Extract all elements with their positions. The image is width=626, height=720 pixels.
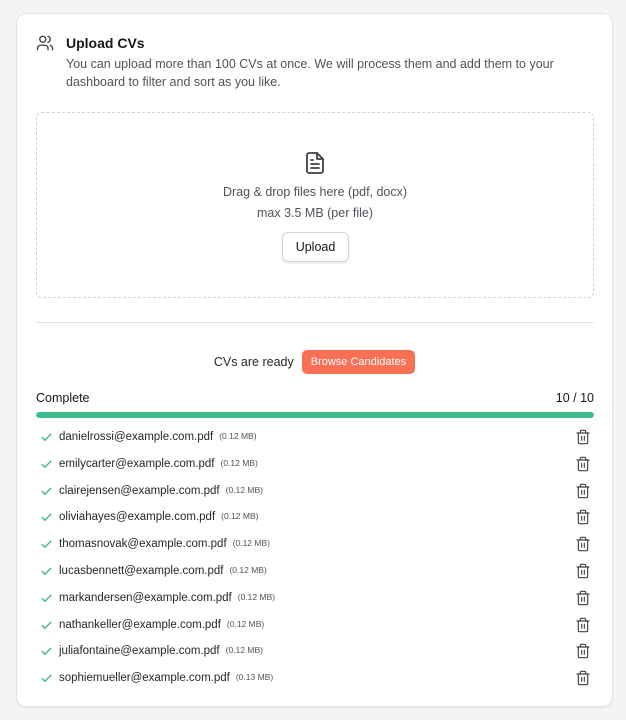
file-size: (0.13 MB)	[235, 672, 274, 683]
trash-icon[interactable]	[575, 429, 591, 445]
file-name: markandersen@example.com.pdf (0.12 MB)	[59, 591, 276, 604]
file-size: (0.12 MB)	[219, 431, 257, 441]
check-icon	[41, 621, 52, 629]
check-icon	[41, 674, 52, 683]
check-icon	[41, 433, 52, 441]
check-icon	[41, 487, 52, 495]
file-size: (0.12 MB)	[221, 511, 259, 522]
file-name: clairejensen@example.com.pdf (0.12 MB)	[59, 484, 263, 497]
progress-label: Complete	[36, 391, 90, 405]
check-icon	[41, 594, 52, 602]
file-row: thomasnovak@example.com.pdf (0.12 MB)	[36, 531, 594, 558]
upload-card: Upload CVs You can upload more than 100 …	[16, 13, 613, 707]
progress-bar	[36, 412, 594, 418]
file-list: danielrossi@example.com.pdf (0.12 MB) emi…	[36, 424, 594, 692]
file-name: nathankeller@example.com.pdf (0.12 MB)	[59, 618, 265, 631]
file-size: (0.12 MB)	[237, 591, 276, 602]
trash-icon[interactable]	[575, 563, 591, 579]
trash-icon[interactable]	[575, 617, 591, 633]
file-size: (0.12 MB)	[232, 538, 270, 549]
progress-count: 10 / 10	[555, 391, 594, 405]
file-dropzone[interactable]: Drag & drop files here (pdf, docx) max 3…	[36, 112, 594, 298]
check-icon	[41, 647, 52, 656]
upload-button[interactable]: Upload	[282, 232, 349, 262]
file-name: thomasnovak@example.com.pdf (0.12 MB)	[59, 538, 270, 551]
file-name: juliafontaine@example.com.pdf (0.12 MB)	[59, 645, 263, 658]
trash-icon[interactable]	[575, 536, 591, 552]
dropzone-size-limit: max 3.5 MB (per file)	[256, 206, 373, 220]
check-icon	[41, 540, 52, 549]
file-row: emilycarter@example.com.pdf (0.12 MB)	[36, 451, 594, 478]
file-row: sophiemueller@example.com.pdf (0.13 MB)	[36, 665, 594, 692]
page-description: You can upload more than 100 CVs at once…	[66, 57, 554, 89]
trash-icon[interactable]	[575, 483, 591, 499]
dropzone-instructions: Drag & drop files here (pdf, docx)	[222, 185, 408, 199]
users-icon	[36, 35, 54, 51]
file-text-icon	[306, 152, 324, 174]
page-title: Upload CVs	[66, 35, 145, 51]
file-size: (0.12 MB)	[226, 618, 265, 629]
file-name: emilycarter@example.com.pdf (0.12 MB)	[59, 457, 258, 470]
ready-text: CVs are ready	[213, 355, 294, 369]
check-icon	[41, 513, 52, 522]
file-row: nathankeller@example.com.pdf (0.12 MB)	[36, 612, 594, 639]
file-size: (0.12 MB)	[229, 564, 267, 575]
file-size: (0.12 MB)	[225, 484, 263, 495]
check-icon	[41, 460, 52, 468]
progress-bar-fill	[36, 412, 594, 418]
file-size: (0.12 MB)	[225, 645, 263, 656]
file-name: danielrossi@example.com.pdf (0.12 MB)	[59, 431, 257, 443]
trash-icon[interactable]	[575, 670, 591, 686]
browse-candidates-button[interactable]: Browse Candidates	[301, 350, 416, 374]
file-name: sophiemueller@example.com.pdf (0.13 MB)	[59, 672, 274, 685]
file-row: juliafontaine@example.com.pdf (0.12 MB)	[36, 638, 594, 665]
divider	[36, 322, 594, 323]
trash-icon[interactable]	[575, 509, 591, 525]
ready-row: CVs are ready Browse Candidates	[17, 350, 612, 374]
file-size: (0.12 MB)	[220, 457, 258, 468]
file-row: oliviahayes@example.com.pdf (0.12 MB)	[36, 504, 594, 531]
file-row: lucasbennett@example.com.pdf (0.12 MB)	[36, 558, 594, 585]
trash-icon[interactable]	[575, 643, 591, 659]
trash-icon[interactable]	[575, 456, 591, 472]
check-icon	[41, 567, 52, 575]
file-row: clairejensen@example.com.pdf (0.12 MB)	[36, 478, 594, 505]
file-name: oliviahayes@example.com.pdf (0.12 MB)	[59, 511, 259, 524]
file-row: danielrossi@example.com.pdf (0.12 MB)	[36, 424, 594, 451]
trash-icon[interactable]	[575, 590, 591, 606]
file-name: lucasbennett@example.com.pdf (0.12 MB)	[59, 564, 267, 577]
file-row: markandersen@example.com.pdf (0.12 MB)	[36, 585, 594, 612]
